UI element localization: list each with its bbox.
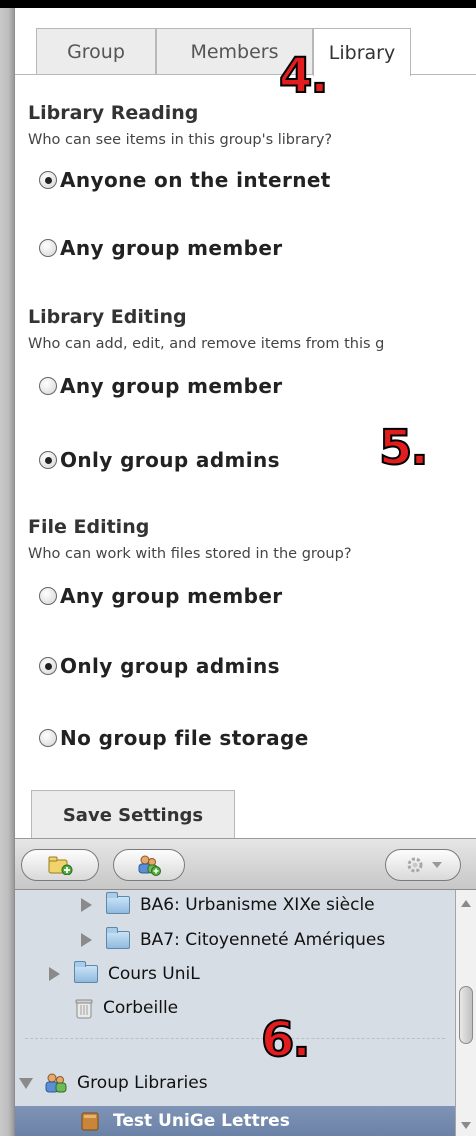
tree-item-label: Cours UniL: [108, 964, 200, 984]
new-collection-icon: [48, 856, 73, 875]
scroll-up-arrow-icon[interactable]: [461, 900, 471, 907]
folder-icon: [74, 961, 98, 983]
library-editing-question: Who can add, edit, and remove items from…: [28, 336, 385, 352]
tree-item-test-unige-lettres[interactable]: Test UniGe Lettres: [79, 1106, 290, 1136]
window-top-edge: [0, 0, 476, 8]
library-editing-heading: Library Editing: [28, 306, 187, 328]
radio-selected-icon[interactable]: [39, 657, 57, 675]
radio-icon[interactable]: [39, 239, 57, 257]
new-group-button[interactable]: [113, 849, 185, 881]
new-collection-button[interactable]: [21, 849, 99, 881]
option-label: Any group member: [60, 236, 283, 260]
tree-item-ba7[interactable]: BA7: Citoyenneté Amériques: [81, 925, 385, 955]
option-editing-admins[interactable]: Only group admins: [39, 448, 280, 472]
tree-separator: [25, 1038, 445, 1039]
radio-icon[interactable]: [39, 587, 57, 605]
tab-group[interactable]: Group: [36, 28, 156, 74]
left-pane-edge: [0, 8, 15, 1136]
actions-menu-button[interactable]: [385, 849, 461, 881]
option-reading-group-member[interactable]: Any group member: [39, 236, 283, 260]
option-files-group-member[interactable]: Any group member: [39, 584, 283, 608]
option-reading-anyone-internet[interactable]: Anyone on the internet: [39, 168, 331, 192]
file-editing-heading: File Editing: [28, 516, 150, 538]
expand-triangle-icon[interactable]: [49, 967, 60, 981]
option-files-no-storage[interactable]: No group file storage: [39, 726, 309, 750]
folder-icon: [106, 892, 130, 914]
tab-bar: Group Members Library: [15, 16, 476, 76]
tree-item-label: BA6: Urbanisme XIXe siècle: [140, 895, 375, 915]
tree-item-corbeille[interactable]: Corbeille: [73, 993, 178, 1023]
scrollbar-thumb[interactable]: [459, 986, 473, 1044]
tree-item-label: Corbeille: [103, 998, 179, 1018]
file-editing-question: Who can work with files stored in the gr…: [28, 546, 352, 562]
tree-item-ba6[interactable]: BA6: Urbanisme XIXe siècle: [81, 890, 375, 920]
scroll-down-arrow-icon[interactable]: [461, 1122, 471, 1129]
expand-triangle-icon[interactable]: [81, 933, 92, 947]
option-label: Any group member: [60, 374, 283, 398]
expand-triangle-icon[interactable]: [81, 898, 92, 912]
radio-selected-icon[interactable]: [39, 451, 57, 469]
group-icon: [45, 1073, 67, 1093]
option-editing-group-member[interactable]: Any group member: [39, 374, 283, 398]
option-label: No group file storage: [60, 726, 309, 750]
tree-item-label: BA7: Citoyenneté Amériques: [140, 930, 386, 950]
zotero-collections-pane: BA6: Urbanisme XIXe siècle BA7: Citoyenn…: [15, 838, 476, 1136]
tree-item-label: Group Libraries: [77, 1073, 208, 1093]
tree-scrollbar[interactable]: [455, 890, 476, 1136]
trash-icon: [75, 999, 93, 1019]
collections-tree: BA6: Urbanisme XIXe siècle BA7: Citoyenn…: [15, 890, 455, 1136]
option-label: Only group admins: [60, 654, 280, 678]
option-label: Anyone on the internet: [60, 168, 331, 192]
tab-library[interactable]: Library: [313, 28, 411, 76]
radio-selected-icon[interactable]: [39, 171, 57, 189]
radio-icon[interactable]: [39, 729, 57, 747]
folder-icon: [106, 927, 130, 949]
library-book-icon: [81, 1112, 99, 1131]
group-settings-panel: Group Members Library 4. Library Reading…: [15, 8, 476, 838]
step-marker-6: 6.: [260, 1011, 312, 1069]
chevron-down-icon: [432, 862, 442, 868]
library-reading-question: Who can see items in this group's librar…: [28, 132, 333, 148]
option-label: Only group admins: [60, 448, 280, 472]
new-group-icon: [138, 855, 161, 876]
gear-icon: [407, 857, 423, 873]
tree-item-group-libraries[interactable]: Group Libraries: [19, 1068, 208, 1098]
option-files-admins[interactable]: Only group admins: [39, 654, 280, 678]
radio-icon[interactable]: [39, 377, 57, 395]
collections-toolbar: [15, 838, 476, 890]
collapse-triangle-icon[interactable]: [19, 1077, 33, 1089]
save-settings-button[interactable]: Save Settings: [31, 790, 235, 838]
step-marker-4: 4.: [278, 47, 330, 105]
tree-item-cours-unil[interactable]: Cours UniL: [49, 959, 200, 989]
option-label: Any group member: [60, 584, 283, 608]
library-reading-heading: Library Reading: [28, 102, 199, 124]
step-marker-5: 5.: [378, 419, 430, 477]
tree-item-label: Test UniGe Lettres: [113, 1111, 290, 1131]
